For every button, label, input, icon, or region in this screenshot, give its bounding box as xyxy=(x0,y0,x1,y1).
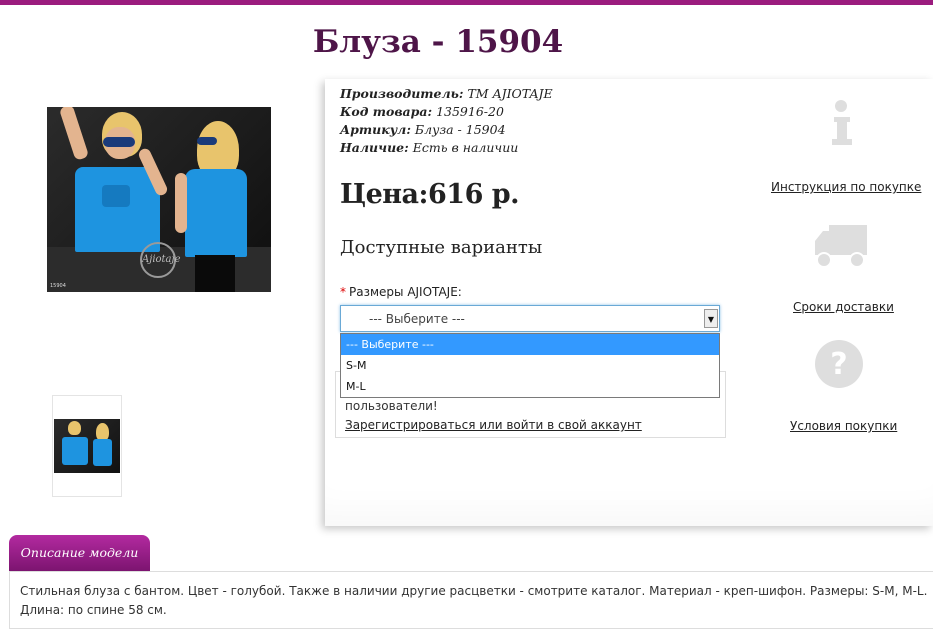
svg-text:?: ? xyxy=(830,347,847,382)
delivery-terms-link[interactable]: Сроки доставки xyxy=(793,300,894,314)
question-icon[interactable]: ? xyxy=(814,339,864,389)
stock-value: Есть в наличии xyxy=(412,140,519,155)
info-icon[interactable] xyxy=(827,99,855,147)
product-info-panel: Производитель: ТМ AJIOTAJE Код товара: 1… xyxy=(325,79,933,526)
truck-icon[interactable] xyxy=(813,223,869,269)
purchase-conditions-link[interactable]: Условия покупки xyxy=(790,419,897,433)
product-meta: Производитель: ТМ AJIOTAJE Код товара: 1… xyxy=(340,86,553,155)
size-select-value: --- Выберите --- xyxy=(369,312,465,326)
top-accent-bar xyxy=(0,0,933,5)
product-main-image[interactable]: Ajiotaje 15904 xyxy=(47,107,271,292)
size-dropdown-list[interactable]: --- Выберите --- S-M M-L xyxy=(340,333,720,398)
login-notice-text: пользователи! xyxy=(345,399,438,413)
size-select[interactable]: --- Выберите --- ▼ xyxy=(340,305,720,332)
product-thumbnail[interactable] xyxy=(52,395,122,497)
size-option-placeholder[interactable]: --- Выберите --- xyxy=(341,334,719,355)
product-price: Цена:616 р. xyxy=(340,179,520,210)
instructions-link[interactable]: Инструкция по покупке xyxy=(771,180,921,194)
description-text: Стильная блуза с бантом. Цвет - голубой.… xyxy=(20,584,928,617)
size-label: * Размеры AJIOTAJE: xyxy=(340,285,462,299)
chevron-down-icon[interactable]: ▼ xyxy=(704,309,718,328)
page-title: Блуза - 15904 xyxy=(312,24,564,60)
brand-watermark: Ajiotaje xyxy=(140,242,181,278)
description-panel: Стильная блуза с бантом. Цвет - голубой.… xyxy=(9,571,933,629)
size-option-m-l[interactable]: M-L xyxy=(341,376,719,397)
article-value: Блуза - 15904 xyxy=(414,122,506,137)
manufacturer-value: ТМ AJIOTAJE xyxy=(467,86,553,101)
tab-description[interactable]: Описание модели xyxy=(9,535,150,571)
register-login-link[interactable]: Зарегистрироваться или войти в свой акка… xyxy=(345,418,642,432)
product-code-value: 135916-20 xyxy=(436,104,504,119)
variants-heading: Доступные варианты xyxy=(340,237,543,258)
size-option-s-m[interactable]: S-M xyxy=(341,355,719,376)
photo-number: 15904 xyxy=(50,283,66,289)
